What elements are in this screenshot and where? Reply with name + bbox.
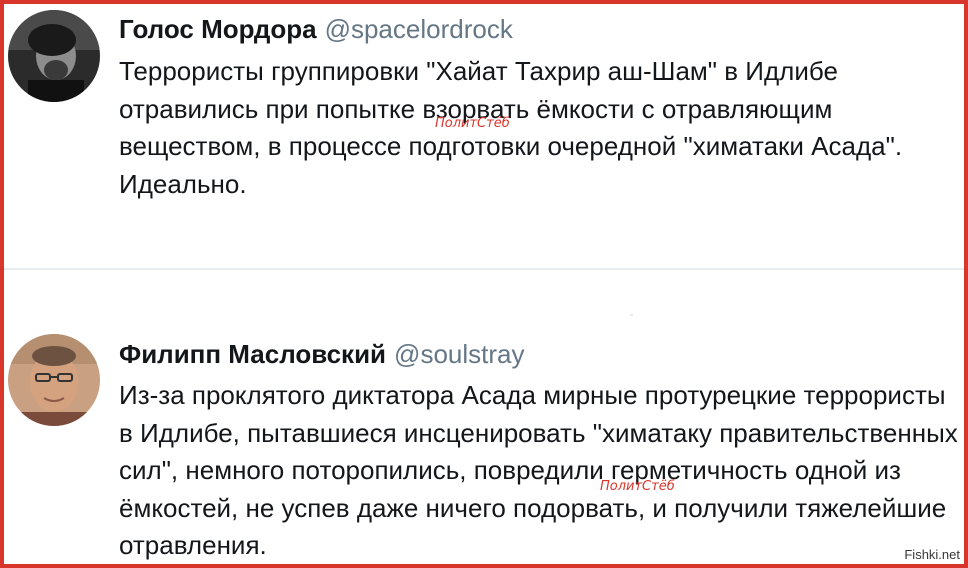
tweet-header: Филипп Масловский @soulstray <box>119 339 524 370</box>
tweet-header: Голос Мордора @spacelordrock <box>119 14 513 45</box>
tweet: Голос Мордора @spacelordrock Террористы г… <box>0 0 968 268</box>
watermark-label: ПолитСтёб <box>600 479 675 494</box>
avatar[interactable] <box>8 334 100 426</box>
author-name[interactable]: Филипп Масловский <box>119 339 386 369</box>
author-handle[interactable]: @spacelordrock <box>325 14 513 44</box>
author-name[interactable]: Голос Мордора <box>119 14 317 44</box>
tweet-text: Из-за проклятого диктатора Асада мирные … <box>119 380 958 560</box>
watermark-label: ПолитСтёб <box>435 116 510 131</box>
avatar-photo-icon <box>8 10 100 102</box>
author-handle[interactable]: @soulstray <box>394 339 524 369</box>
tweet-text: Террористы группировки "Хайат Тахрир аш-… <box>119 56 903 199</box>
avatar[interactable] <box>8 10 100 102</box>
corner-watermark: Fishki.net <box>902 547 962 562</box>
avatar-photo-icon <box>8 334 100 426</box>
